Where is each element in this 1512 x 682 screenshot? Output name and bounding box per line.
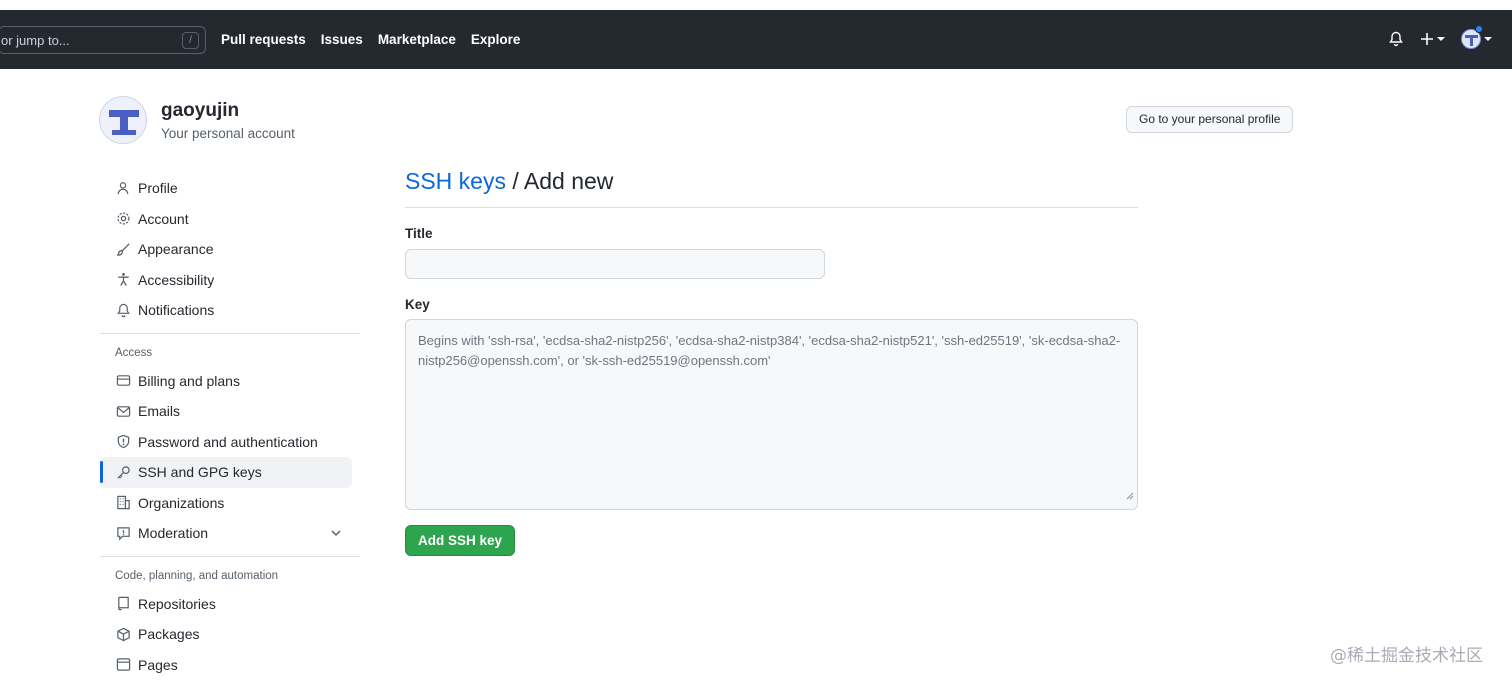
sidebar-item-label: Appearance: [138, 241, 214, 258]
nav-explore[interactable]: Explore: [471, 32, 521, 47]
credit-card-icon: [115, 373, 131, 389]
chevron-down-icon[interactable]: [330, 526, 342, 542]
sidebar-item-password[interactable]: Password and authentication: [100, 427, 352, 458]
nav-marketplace[interactable]: Marketplace: [378, 32, 456, 47]
sidebar-item-notifications[interactable]: Notifications: [100, 295, 352, 326]
global-nav: Pull requests Issues Marketplace Explore: [221, 32, 520, 47]
sidebar-item-label: Password and authentication: [138, 433, 318, 450]
sidebar-item-label: Account: [138, 210, 189, 227]
gear-icon: [115, 211, 131, 227]
search-input[interactable]: or jump to... /: [0, 26, 206, 54]
search-shortcut-key: /: [182, 32, 199, 49]
sidebar-item-label: Organizations: [138, 494, 225, 511]
sidebar-divider: [100, 555, 360, 557]
sidebar-item-label: Emails: [138, 403, 181, 420]
sidebar-item-moderation[interactable]: Moderation: [100, 518, 352, 549]
sidebar-item-organizations[interactable]: Organizations: [100, 488, 352, 519]
add-ssh-key-form: SSH keys / Add new Title Key Begins with…: [405, 168, 1138, 556]
sidebar-item-accessibility[interactable]: Accessibility: [100, 265, 352, 296]
sidebar-item-label: Packages: [138, 626, 200, 643]
sidebar-heading-access: Access: [115, 346, 153, 359]
create-new-dropdown[interactable]: [1420, 32, 1445, 46]
sidebar-item-emails[interactable]: Emails: [100, 396, 352, 427]
repo-icon: [115, 596, 131, 612]
sidebar-item-billing[interactable]: Billing and plans: [100, 366, 352, 397]
sidebar-item-label: Profile: [138, 180, 178, 197]
nav-issues[interactable]: Issues: [321, 32, 363, 47]
bell-icon[interactable]: [1388, 31, 1404, 47]
sidebar-item-pages[interactable]: Pages: [100, 650, 352, 681]
resize-handle[interactable]: [1126, 486, 1134, 506]
sidebar-item-account[interactable]: Account: [100, 204, 352, 235]
avatar: [1461, 25, 1483, 49]
chevron-down-icon: [1484, 37, 1492, 41]
search-placeholder: or jump to...: [1, 33, 70, 48]
user-menu-dropdown[interactable]: [1461, 25, 1492, 49]
mail-icon: [115, 403, 131, 419]
page-title: SSH keys / Add new: [405, 168, 1138, 208]
report-icon: [115, 525, 131, 541]
sidebar-item-label: Billing and plans: [138, 372, 240, 389]
nav-pull-requests[interactable]: Pull requests: [221, 32, 306, 47]
shield-icon: [115, 434, 131, 450]
breadcrumb-ssh-keys-link[interactable]: SSH keys: [405, 168, 506, 194]
settings-sidebar: Profile Account Appearance Accessibility…: [100, 173, 360, 680]
sidebar-item-label: Repositories: [138, 595, 216, 612]
chevron-down-icon: [1437, 37, 1445, 41]
title-label: Title: [405, 226, 433, 241]
sidebar-item-packages[interactable]: Packages: [100, 619, 352, 650]
key-textarea[interactable]: Begins with 'ssh-rsa', 'ecdsa-sha2-nistp…: [405, 319, 1138, 510]
watermark: @稀土掘金技术社区: [1330, 646, 1483, 666]
account-name[interactable]: gaoyujin: [161, 100, 295, 122]
key-icon: [115, 464, 131, 480]
sidebar-heading-code: Code, planning, and automation: [115, 569, 279, 582]
paintbrush-icon: [115, 241, 131, 257]
add-ssh-key-button[interactable]: Add SSH key: [405, 525, 515, 556]
avatar[interactable]: [99, 96, 147, 144]
global-header: or jump to... / Pull requests Issues Mar…: [0, 10, 1512, 69]
top-strip: [0, 0, 1512, 10]
sidebar-item-appearance[interactable]: Appearance: [100, 234, 352, 265]
header-actions: [1388, 25, 1492, 49]
sidebar-item-label: Moderation: [138, 525, 209, 542]
sidebar-item-repositories[interactable]: Repositories: [100, 589, 352, 620]
plus-icon: [1421, 33, 1433, 45]
browser-icon: [115, 657, 131, 673]
sidebar-item-label: Notifications: [138, 302, 215, 319]
sidebar-item-profile[interactable]: Profile: [100, 173, 352, 204]
organization-icon: [115, 495, 131, 511]
go-to-profile-button[interactable]: Go to your personal profile: [1126, 106, 1294, 133]
account-header: gaoyujin Your personal account: [99, 96, 295, 144]
sidebar-divider: [100, 332, 360, 334]
notification-dot: [1475, 25, 1483, 33]
title-input[interactable]: [405, 249, 825, 279]
key-placeholder: Begins with 'ssh-rsa', 'ecdsa-sha2-nistp…: [418, 333, 1121, 368]
key-label: Key: [405, 297, 430, 312]
accessibility-icon: [115, 272, 131, 288]
package-icon: [115, 626, 131, 642]
account-subtitle: Your personal account: [161, 125, 295, 141]
sidebar-item-label: Accessibility: [138, 271, 215, 288]
sidebar-item-label: SSH and GPG keys: [138, 464, 262, 481]
person-icon: [115, 180, 131, 196]
sidebar-item-ssh-gpg-keys[interactable]: SSH and GPG keys: [100, 457, 352, 488]
bell-icon: [115, 302, 131, 318]
page-title-rest: / Add new: [505, 168, 614, 194]
sidebar-item-label: Pages: [138, 656, 178, 673]
